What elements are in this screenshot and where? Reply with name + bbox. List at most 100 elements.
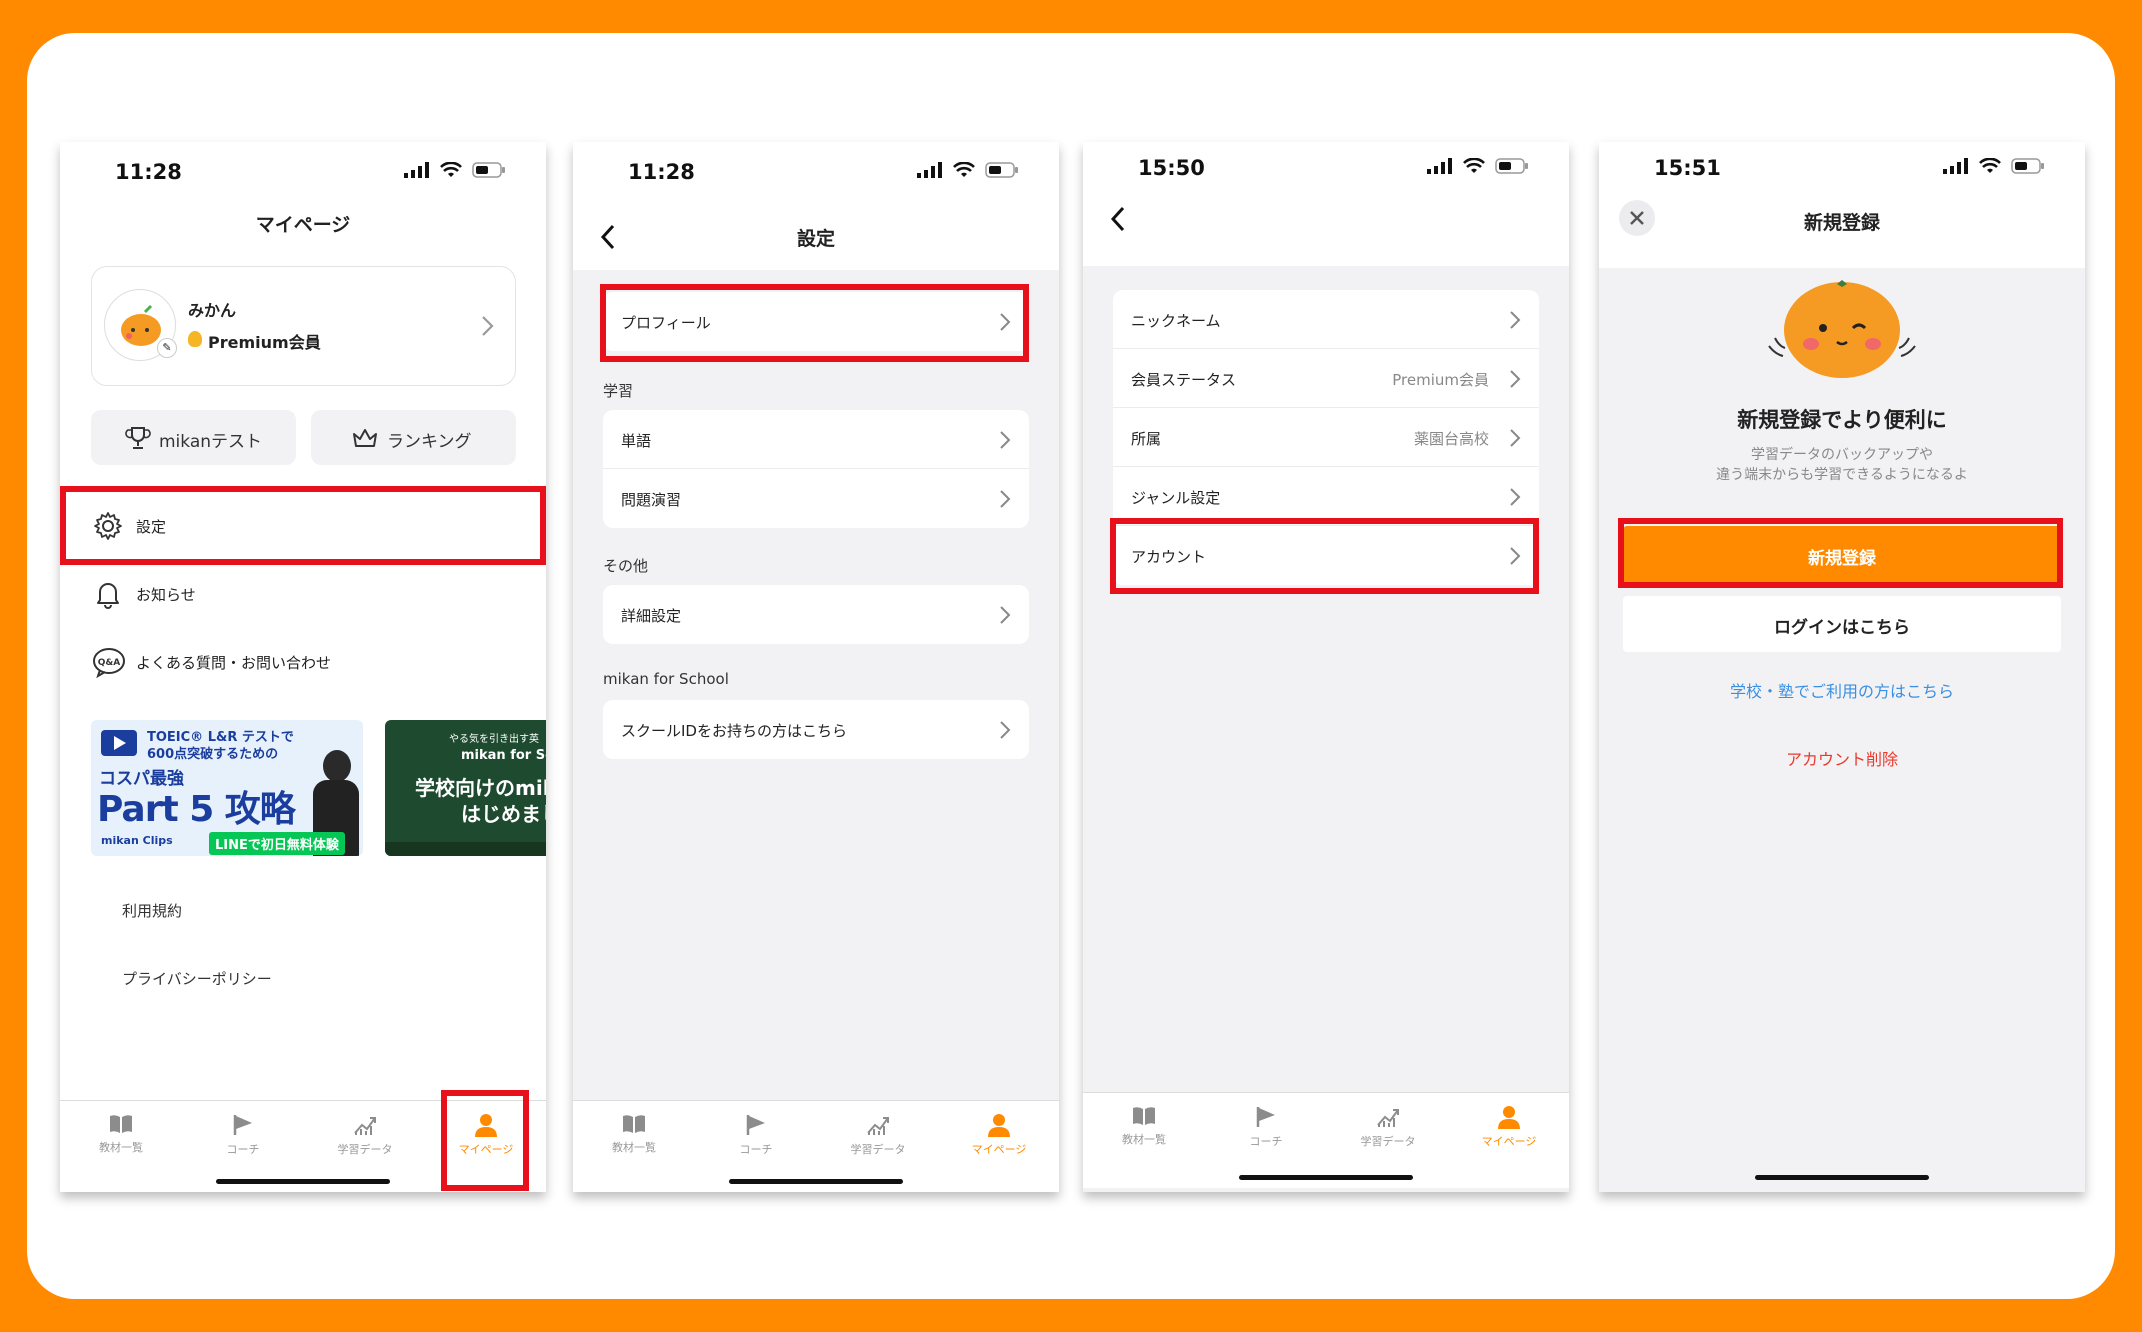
wifi-icon [1463, 158, 1485, 173]
tab-coach[interactable]: コーチ [1216, 1105, 1316, 1149]
trophy-icon [125, 427, 151, 449]
book-icon [623, 1115, 645, 1133]
chevron-right-icon [1510, 488, 1521, 506]
ranking-label: ランキング [387, 432, 472, 452]
row-school-id[interactable]: スクールIDをお持ちの方はこちら [603, 700, 1029, 759]
section-school: mikan for School [603, 670, 729, 688]
row-vocab[interactable]: 単語 [603, 410, 1029, 469]
study-group: 単語 問題演習 [603, 410, 1029, 528]
chevron-right-icon [1000, 606, 1011, 624]
tab-label: 学習データ [1360, 1135, 1416, 1148]
delete-account-link[interactable]: アカウント削除 [1599, 746, 2085, 770]
row-value: Premium会員 [1392, 371, 1489, 389]
status-bar: 15:51 [1599, 142, 2085, 204]
nav-bar: 設定 [573, 204, 1059, 270]
battery-icon [2011, 158, 2044, 174]
chevron-right-icon [1510, 429, 1521, 447]
menu-faq[interactable]: Q&A よくある質問・お問い合わせ [60, 632, 546, 692]
school-group: スクールIDをお持ちの方はこちら [603, 700, 1029, 759]
crown-icon [353, 429, 377, 447]
row-affiliation[interactable]: 所属 薬園台高校 [1113, 408, 1539, 467]
user-name: みかん [188, 301, 237, 320]
row-advanced[interactable]: 詳細設定 [603, 585, 1029, 644]
chevron-right-icon [1000, 431, 1011, 449]
battery-icon [985, 162, 1018, 178]
tab-label: コーチ [226, 1143, 260, 1156]
status-bar: 11:28 [60, 142, 546, 204]
status-bar: 11:28 [573, 142, 1059, 204]
banner2-line4: はじめまし [461, 802, 546, 826]
tab-materials[interactable]: 教材一覧 [71, 1113, 171, 1155]
signal-icon [1943, 158, 1968, 174]
chart-icon [1377, 1109, 1399, 1127]
school-banner[interactable]: やる気を引き出す英 mikan for Sc 学校向けのmik はじめまし [385, 720, 546, 856]
login-button[interactable]: ログインはこちら [1623, 596, 2061, 652]
tab-coach[interactable]: コーチ [193, 1113, 293, 1157]
svg-text:Q&A: Q&A [98, 658, 120, 668]
tab-study-data[interactable]: 学習データ [828, 1113, 928, 1157]
row-value: 薬園台高校 [1413, 430, 1489, 448]
tab-mypage[interactable]: マイページ [1459, 1105, 1559, 1149]
row-label: 問題演習 [621, 491, 682, 509]
status-time: 15:50 [1138, 156, 1205, 180]
banner2-stripe [385, 842, 546, 856]
tab-bar: 教材一覧 コーチ 学習データ マイページ [1083, 1092, 1569, 1188]
play-icon [101, 730, 137, 756]
battery-icon [1495, 158, 1528, 174]
row-label: ニックネーム [1131, 312, 1221, 330]
tab-label: 学習データ [850, 1143, 906, 1156]
signal-icon [404, 162, 429, 178]
book-icon [110, 1115, 132, 1133]
status-bar: 15:50 [1083, 142, 1569, 204]
status-time: 11:28 [115, 160, 182, 184]
highlight-settings [60, 486, 546, 565]
tab-materials[interactable]: 教材一覧 [584, 1113, 684, 1155]
page-title: マイページ [255, 214, 351, 236]
tab-label: コーチ [1249, 1135, 1283, 1148]
signal-icon [1427, 158, 1452, 174]
row-nickname[interactable]: ニックネーム [1113, 290, 1539, 349]
privacy-link[interactable]: プライバシーポリシー [122, 968, 272, 989]
register-subtext-1: 学習データのバックアップや [1751, 447, 1933, 463]
banner1-headline: Part 5 攻略 [97, 789, 296, 830]
ranking-button[interactable]: ランキング [311, 410, 516, 465]
membership-label: Premium会員 [208, 333, 321, 352]
other-group: 詳細設定 [603, 585, 1029, 644]
chevron-right-icon [482, 316, 494, 336]
toeic-banner[interactable]: TOEIC® L&R テストで 600点突破するための コスパ最強 Part 5… [91, 720, 363, 856]
mikan-test-button[interactable]: mikanテスト [91, 410, 296, 465]
chevron-right-icon [1000, 490, 1011, 508]
tab-label: マイページ [971, 1143, 1027, 1156]
tab-materials[interactable]: 教材一覧 [1094, 1105, 1194, 1147]
edit-pencil-icon[interactable]: ✎ [157, 338, 177, 358]
avatar: ✎ [104, 289, 177, 361]
profile-card[interactable]: ✎ みかん Premium会員 [91, 266, 516, 386]
home-indicator [1239, 1175, 1413, 1180]
wifi-icon [1979, 158, 2001, 173]
school-link[interactable]: 学校・塾でご利用の方はこちら [1599, 678, 2085, 702]
highlight-account [1110, 518, 1539, 594]
banner2-line2: mikan for Sc [461, 748, 546, 763]
menu-faq-label: よくある質問・お問い合わせ [136, 654, 332, 672]
terms-link[interactable]: 利用規約 [122, 900, 182, 921]
login-button-label: ログインはこちら [1774, 618, 1910, 638]
row-practice[interactable]: 問題演習 [603, 469, 1029, 528]
chart-icon [354, 1117, 376, 1135]
status-time: 15:51 [1654, 156, 1721, 180]
tab-mypage[interactable]: マイページ [949, 1113, 1049, 1157]
mikan-test-label: mikanテスト [159, 432, 263, 452]
phone-mypage: 11:28 マイページ ✎ みかん Premium会員 mikanテスト ランキ… [60, 142, 546, 1192]
mikan-mascot-icon [1768, 280, 1916, 378]
tab-study-data[interactable]: 学習データ [1338, 1105, 1438, 1149]
bell-icon [97, 583, 119, 609]
chart-icon [867, 1117, 889, 1135]
tab-coach[interactable]: コーチ [706, 1113, 806, 1157]
tab-study-data[interactable]: 学習データ [315, 1113, 415, 1157]
wifi-icon [440, 162, 462, 177]
flag-icon [1256, 1107, 1275, 1127]
row-member-status[interactable]: 会員ステータス Premium会員 [1113, 349, 1539, 408]
tab-label: 教材一覧 [99, 1141, 143, 1154]
menu-notifications[interactable]: お知らせ [60, 564, 546, 624]
back-chevron-icon[interactable] [1105, 202, 1135, 236]
row-label: 会員ステータス [1131, 371, 1237, 389]
